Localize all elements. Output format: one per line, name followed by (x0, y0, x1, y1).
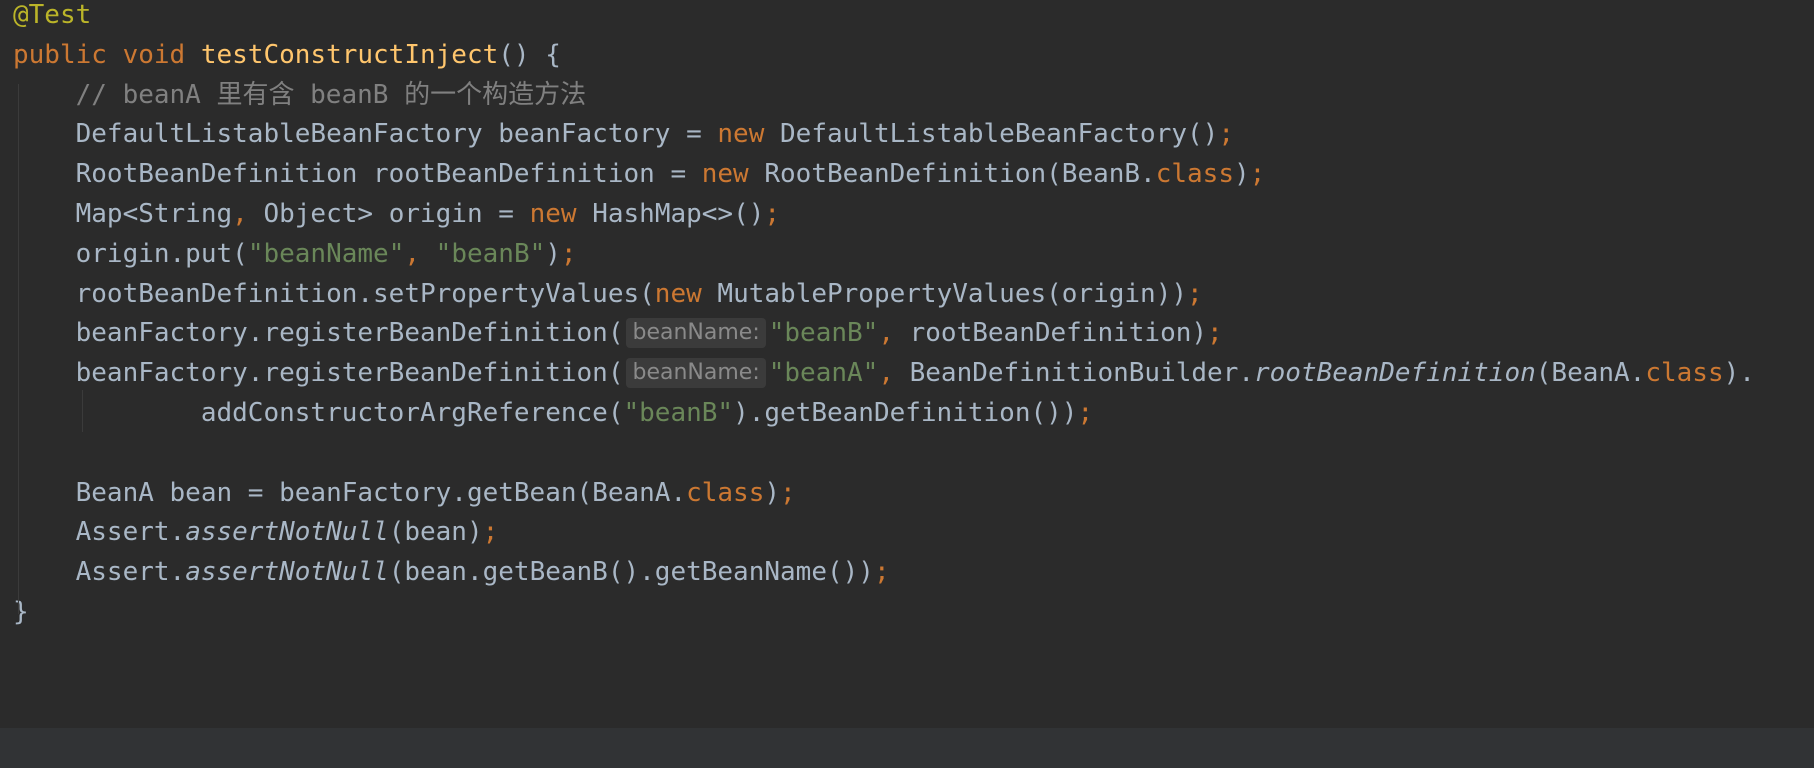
indent-guide (82, 390, 83, 432)
code-token-keyword: ; (1077, 398, 1094, 428)
code-token-keyword: new (701, 159, 765, 190)
code-token-plain: ).getBeanDefinition()) (733, 398, 1078, 428)
code-token-plain: BeanA bean = beanFactory.getBean(BeanA. (13, 477, 687, 508)
code-token-keyword: ; (764, 199, 781, 229)
editor-bottom-band (0, 728, 1814, 768)
code-token-plain: ) (764, 477, 781, 508)
code-token-plain: } (13, 597, 29, 627)
code-token-plain: Assert. (13, 517, 186, 548)
code-token-keyword: , (232, 199, 264, 229)
code-token-keyword: ; (1207, 318, 1223, 349)
code-token-static: rootBeanDefinition (1254, 358, 1536, 389)
code-token-keyword: class (1645, 358, 1724, 389)
code-token-method: testConstructInject (200, 39, 499, 70)
code-token-plain: ). (1723, 358, 1755, 389)
code-token-plain: beanFactory.registerBeanDefinition( (13, 318, 624, 349)
code-token-plain: BeanDefinitionBuilder. (909, 358, 1254, 389)
code-token-plain: HashMap<>() (592, 199, 765, 229)
code-editor[interactable]: @Test public void testConstructInject() {… (0, 0, 1814, 768)
indent-guide (18, 84, 19, 614)
code-token-keyword: , (878, 358, 910, 389)
code-token-keyword: public void (13, 39, 201, 70)
code-token-keyword: ; (1187, 278, 1203, 309)
parameter-hint: beanName: (626, 318, 766, 349)
code-token-keyword: , (404, 238, 436, 269)
code-token-plain: beanFactory.registerBeanDefinition( (13, 358, 624, 389)
code-token-plain: (bean) (388, 517, 483, 548)
code-token-string: "beanB" (435, 238, 546, 269)
code-line[interactable]: } (13, 589, 29, 635)
code-token-keyword: class (686, 477, 765, 508)
code-token-keyword: ; (482, 517, 499, 548)
code-token-plain: DefaultListableBeanFactory() (780, 119, 1219, 150)
code-token-keyword: ; (560, 238, 577, 269)
code-token-keyword: class (1155, 159, 1234, 190)
code-token-plain: RootBeanDefinition rootBeanDefinition = (13, 159, 702, 190)
code-token-keyword: new (717, 119, 781, 150)
code-token-keyword: new (529, 199, 593, 229)
code-token-keyword: ; (1249, 159, 1266, 190)
code-line[interactable]: addConstructorArgReference("beanB").getB… (13, 390, 1093, 436)
code-token-plain: () { (498, 39, 561, 70)
code-token-keyword: ; (1218, 119, 1234, 150)
code-token-string: "beanB" (768, 318, 879, 349)
code-token-plain: (bean.getBeanB().getBeanName()) (388, 557, 874, 588)
code-token-plain: addConstructorArgReference( (13, 398, 624, 428)
code-line[interactable]: Assert.assertNotNull(bean.getBeanB().get… (13, 549, 890, 595)
code-token-keyword: , (878, 318, 910, 349)
code-token-plain: rootBeanDefinition) (909, 318, 1208, 349)
code-token-comment: // beanA 里有含 beanB 的一个构造方法 (13, 79, 587, 110)
code-token-keyword: ; (873, 557, 890, 588)
code-token-plain: ) (545, 238, 561, 269)
code-token-plain: Map<String (13, 199, 233, 229)
parameter-hint: beanName: (626, 358, 766, 389)
code-token-plain: Object> origin = (263, 199, 530, 229)
code-token-string: "beanA" (768, 358, 879, 389)
code-token-static: assertNotNull (185, 557, 389, 588)
code-token-plain: (BeanA. (1535, 358, 1646, 389)
code-token-plain: RootBeanDefinition(BeanB. (764, 159, 1156, 190)
code-token-static: assertNotNull (185, 517, 389, 548)
code-token-plain: origin.put( (13, 238, 248, 269)
code-token-plain: MutablePropertyValues(origin)) (717, 278, 1188, 309)
code-token-keyword: ; (780, 477, 796, 508)
code-token-keyword: new (654, 278, 718, 309)
code-token-plain: Assert. (13, 557, 186, 588)
code-token-annotation: @Test (13, 0, 92, 30)
code-token-string: "beanB" (623, 398, 734, 428)
code-token-plain: DefaultListableBeanFactory beanFactory = (13, 119, 718, 150)
code-token-plain: rootBeanDefinition.setPropertyValues( (13, 278, 655, 309)
code-token-plain: ) (1234, 159, 1250, 190)
code-token-string: "beanName" (247, 238, 405, 269)
